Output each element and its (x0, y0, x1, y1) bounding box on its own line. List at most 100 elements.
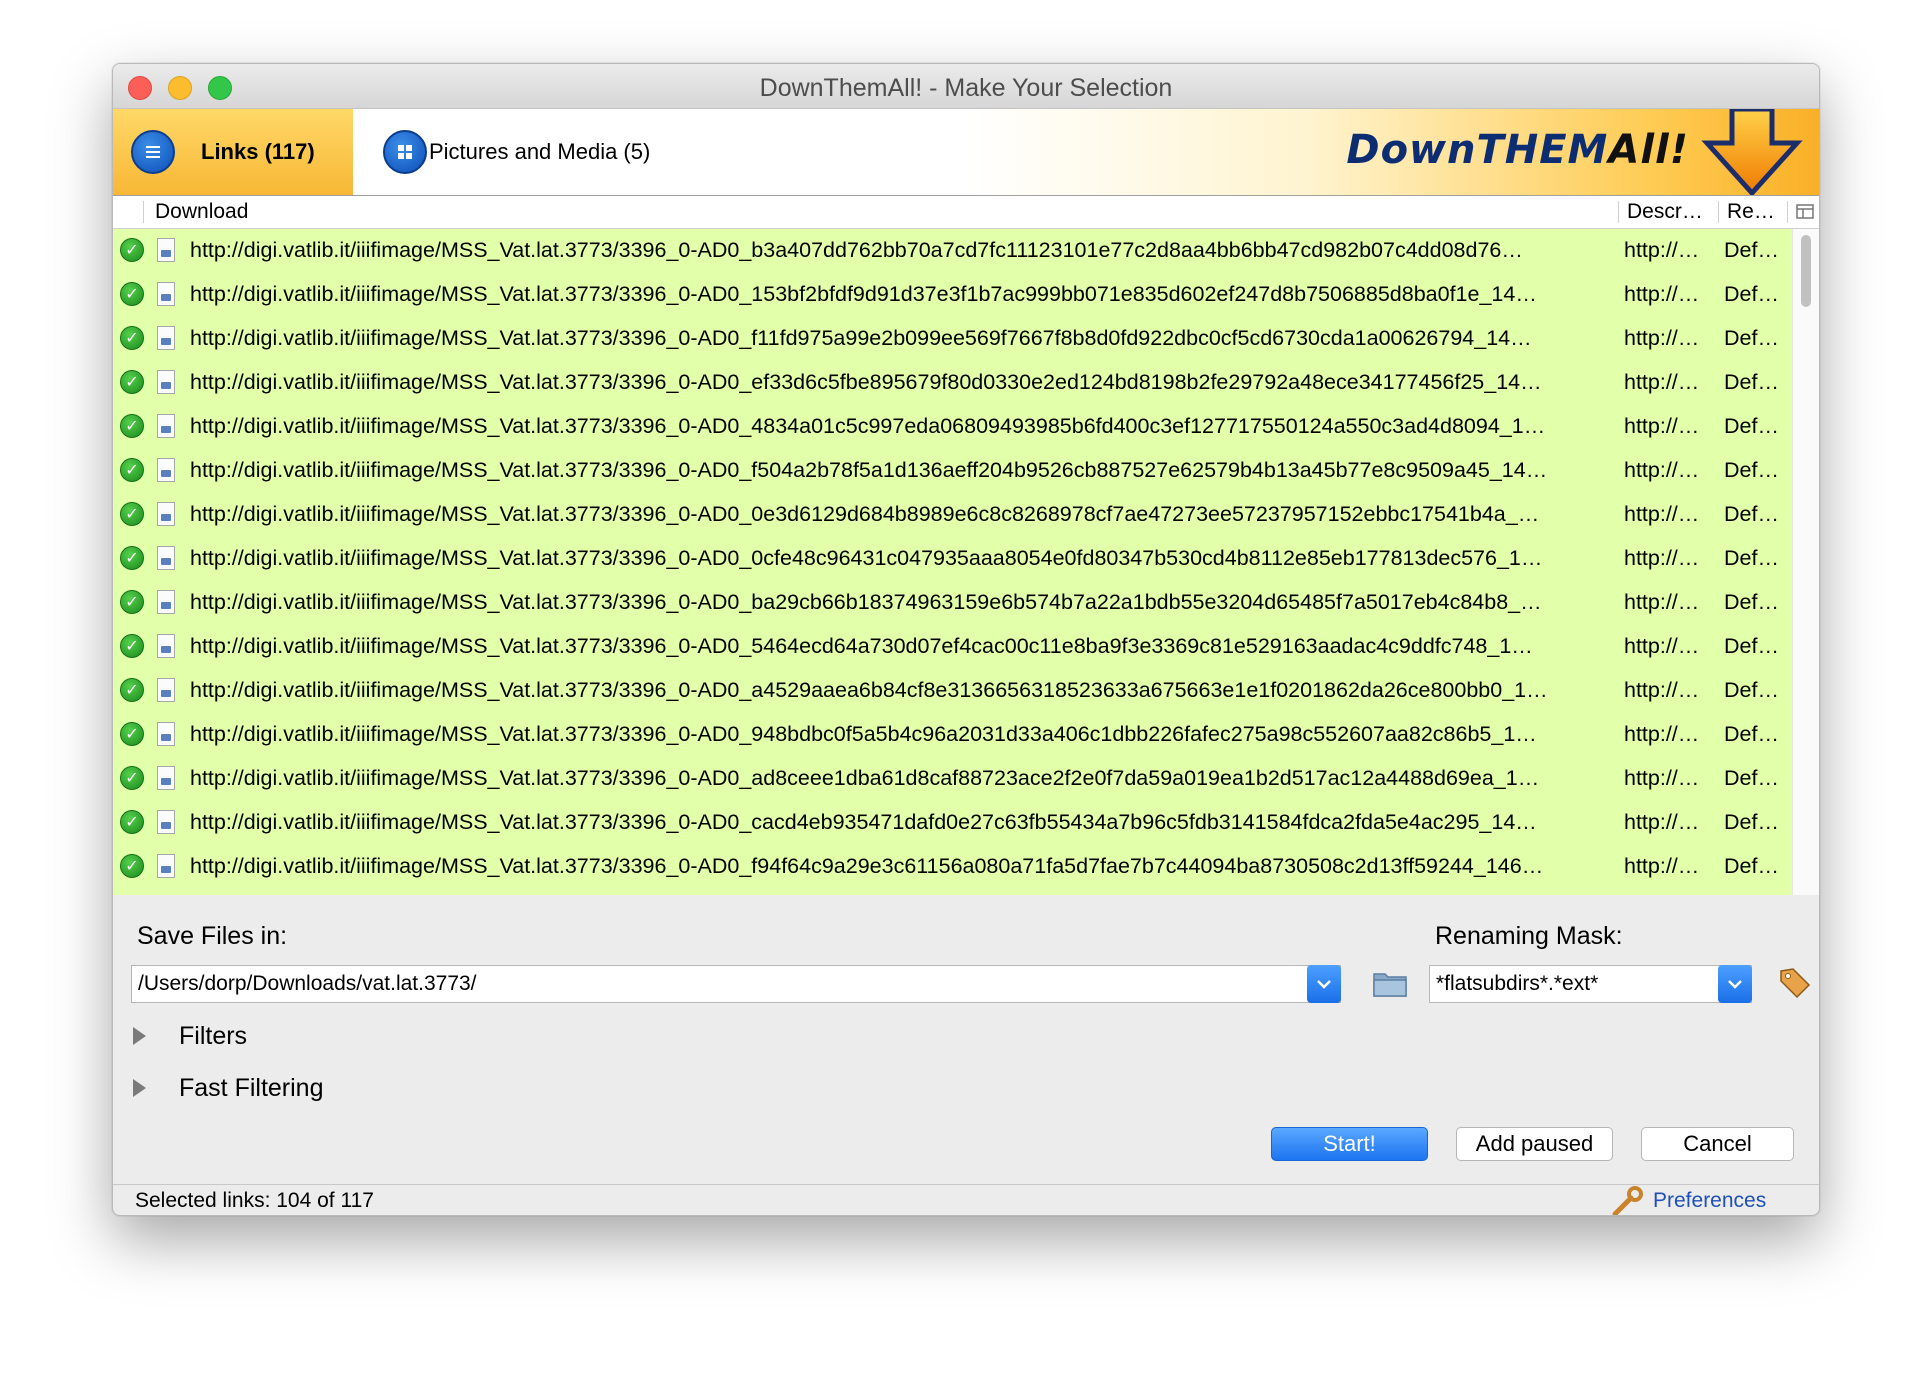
chevron-down-icon[interactable] (1307, 965, 1341, 1003)
link-description: http://… (1624, 326, 1700, 350)
link-renaming: Def… (1724, 282, 1779, 306)
tab-pictures-and-media[interactable]: Pictures and Media (5) (371, 109, 671, 195)
save-path-combobox[interactable]: /Users/dorp/Downloads/vat.lat.3773/ (131, 965, 1341, 1003)
checked-icon[interactable]: ✓ (120, 282, 144, 306)
table-row[interactable]: ✓ http://digi.vatlib.it/iiifimage/MSS_Vat… (113, 581, 1793, 625)
link-description: http://… (1624, 722, 1700, 746)
table-row[interactable]: ✓ http://digi.vatlib.it/iiifimage/MSS_Vat… (113, 273, 1793, 317)
link-url: http://digi.vatlib.it/iiifimage/MSS_Vat.… (190, 854, 1544, 878)
checked-icon[interactable]: ✓ (120, 810, 144, 834)
download-arrow-icon (1701, 109, 1803, 195)
tab-links[interactable]: Links (117) (113, 109, 353, 195)
link-description: http://… (1624, 546, 1700, 570)
list-scrollbar[interactable] (1792, 229, 1819, 895)
add-paused-button[interactable]: Add paused (1456, 1127, 1613, 1161)
table-row[interactable]: ✓ http://digi.vatlib.it/iiifimage/MSS_Vat… (113, 537, 1793, 581)
save-path-value: /Users/dorp/Downloads/vat.lat.3773/ (138, 972, 477, 995)
checked-icon[interactable]: ✓ (120, 458, 144, 482)
checked-icon[interactable]: ✓ (120, 590, 144, 614)
filters-section-label[interactable]: Filters (179, 1022, 247, 1051)
table-row[interactable]: ✓ http://digi.vatlib.it/iiifimage/MSS_Vat… (113, 317, 1793, 361)
column-header-download[interactable]: Download (155, 200, 248, 224)
fast-filtering-section-label[interactable]: Fast Filtering (179, 1074, 323, 1103)
browse-folder-icon[interactable] (1373, 971, 1407, 997)
link-description: http://… (1624, 678, 1700, 702)
table-row[interactable]: ✓ http://digi.vatlib.it/iiifimage/MSS_Vat… (113, 405, 1793, 449)
save-files-label: Save Files in: (137, 922, 288, 950)
table-row[interactable]: ✓ http://digi.vatlib.it/iiifimage/MSS_Vat… (113, 801, 1793, 845)
table-row[interactable]: ✓ http://digi.vatlib.it/iiifimage/MSS_Vat… (113, 713, 1793, 757)
link-renaming: Def… (1724, 766, 1779, 790)
checked-icon[interactable]: ✓ (120, 546, 144, 570)
column-header-renaming[interactable]: Re… (1727, 200, 1782, 224)
downthemall-logo: DownTHEMAll! (1346, 127, 1689, 173)
link-description: http://… (1624, 370, 1700, 394)
table-row[interactable]: ✓ http://digi.vatlib.it/iiifimage/MSS_Vat… (113, 361, 1793, 405)
file-icon (157, 282, 175, 306)
link-url: http://digi.vatlib.it/iiifimage/MSS_Vat.… (190, 810, 1537, 834)
link-url: http://digi.vatlib.it/iiifimage/MSS_Vat.… (190, 238, 1523, 262)
renaming-mask-combobox[interactable]: *flatsubdirs*.*ext* (1429, 965, 1752, 1003)
link-description: http://… (1624, 854, 1700, 878)
link-url: http://digi.vatlib.it/iiifimage/MSS_Vat.… (190, 590, 1542, 614)
file-icon (157, 414, 175, 438)
link-renaming: Def… (1724, 546, 1779, 570)
column-header-description[interactable]: Descr… (1627, 200, 1712, 224)
tag-icon[interactable] (1777, 965, 1813, 1001)
checked-icon[interactable]: ✓ (120, 722, 144, 746)
checked-icon[interactable]: ✓ (120, 854, 144, 878)
link-url: http://digi.vatlib.it/iiifimage/MSS_Vat.… (190, 414, 1546, 438)
checked-icon[interactable]: ✓ (120, 238, 144, 262)
column-picker-icon[interactable] (1796, 203, 1814, 221)
links-list: Download Descr… Re… ✓ http://digi.vatlib.… (113, 196, 1819, 895)
link-renaming: Def… (1724, 678, 1779, 702)
file-icon (157, 634, 175, 658)
checked-icon[interactable]: ✓ (120, 634, 144, 658)
header-separator (1618, 201, 1619, 223)
checked-icon[interactable]: ✓ (120, 326, 144, 350)
tab-bar: Links (117) Pictures and Media (5) DownT… (113, 109, 1819, 196)
link-renaming: Def… (1724, 854, 1779, 878)
selected-links-status: Selected links: 104 of 117 (135, 1189, 374, 1212)
fast-filtering-disclosure-triangle[interactable] (133, 1079, 146, 1097)
file-icon (157, 590, 175, 614)
link-description: http://… (1624, 502, 1700, 526)
link-renaming: Def… (1724, 238, 1779, 262)
links-rows: ✓ http://digi.vatlib.it/iiifimage/MSS_Vat… (113, 229, 1793, 895)
file-icon (157, 722, 175, 746)
file-icon (157, 854, 175, 878)
scrollbar-thumb[interactable] (1801, 235, 1811, 307)
header-separator (1787, 201, 1788, 223)
link-url: http://digi.vatlib.it/iiifimage/MSS_Vat.… (190, 546, 1543, 570)
table-row[interactable]: ✓ http://digi.vatlib.it/iiifimage/MSS_Vat… (113, 229, 1793, 273)
link-url: http://digi.vatlib.it/iiifimage/MSS_Vat.… (190, 282, 1537, 306)
chevron-down-icon[interactable] (1718, 965, 1752, 1003)
header-separator (1718, 201, 1719, 223)
table-row[interactable]: ✓ http://digi.vatlib.it/iiifimage/MSS_Vat… (113, 669, 1793, 713)
file-icon (157, 546, 175, 570)
link-description: http://… (1624, 282, 1700, 306)
checked-icon[interactable]: ✓ (120, 766, 144, 790)
link-url: http://digi.vatlib.it/iiifimage/MSS_Vat.… (190, 458, 1548, 482)
link-renaming: Def… (1724, 458, 1779, 482)
logo-text-part1: DownTHEM (1346, 127, 1609, 173)
file-icon (157, 238, 175, 262)
link-description: http://… (1624, 458, 1700, 482)
filters-disclosure-triangle[interactable] (133, 1027, 146, 1045)
table-row[interactable]: ✓ http://digi.vatlib.it/iiifimage/MSS_Vat… (113, 625, 1793, 669)
cancel-button[interactable]: Cancel (1641, 1127, 1794, 1161)
link-url: http://digi.vatlib.it/iiifimage/MSS_Vat.… (190, 678, 1548, 702)
checked-icon[interactable]: ✓ (120, 678, 144, 702)
checked-icon[interactable]: ✓ (120, 502, 144, 526)
table-row[interactable]: ✓ http://digi.vatlib.it/iiifimage/MSS_Vat… (113, 449, 1793, 493)
file-icon (157, 766, 175, 790)
table-row[interactable]: ✓ http://digi.vatlib.it/iiifimage/MSS_Vat… (113, 493, 1793, 537)
table-row[interactable]: ✓ http://digi.vatlib.it/iiifimage/MSS_Vat… (113, 757, 1793, 801)
checked-icon[interactable]: ✓ (120, 370, 144, 394)
table-row[interactable]: ✓ http://digi.vatlib.it/iiifimage/MSS_Vat… (113, 845, 1793, 889)
file-icon (157, 458, 175, 482)
start-button[interactable]: Start! (1271, 1127, 1428, 1161)
preferences-link[interactable]: Preferences (1653, 1189, 1766, 1213)
link-url: http://digi.vatlib.it/iiifimage/MSS_Vat.… (190, 722, 1537, 746)
checked-icon[interactable]: ✓ (120, 414, 144, 438)
